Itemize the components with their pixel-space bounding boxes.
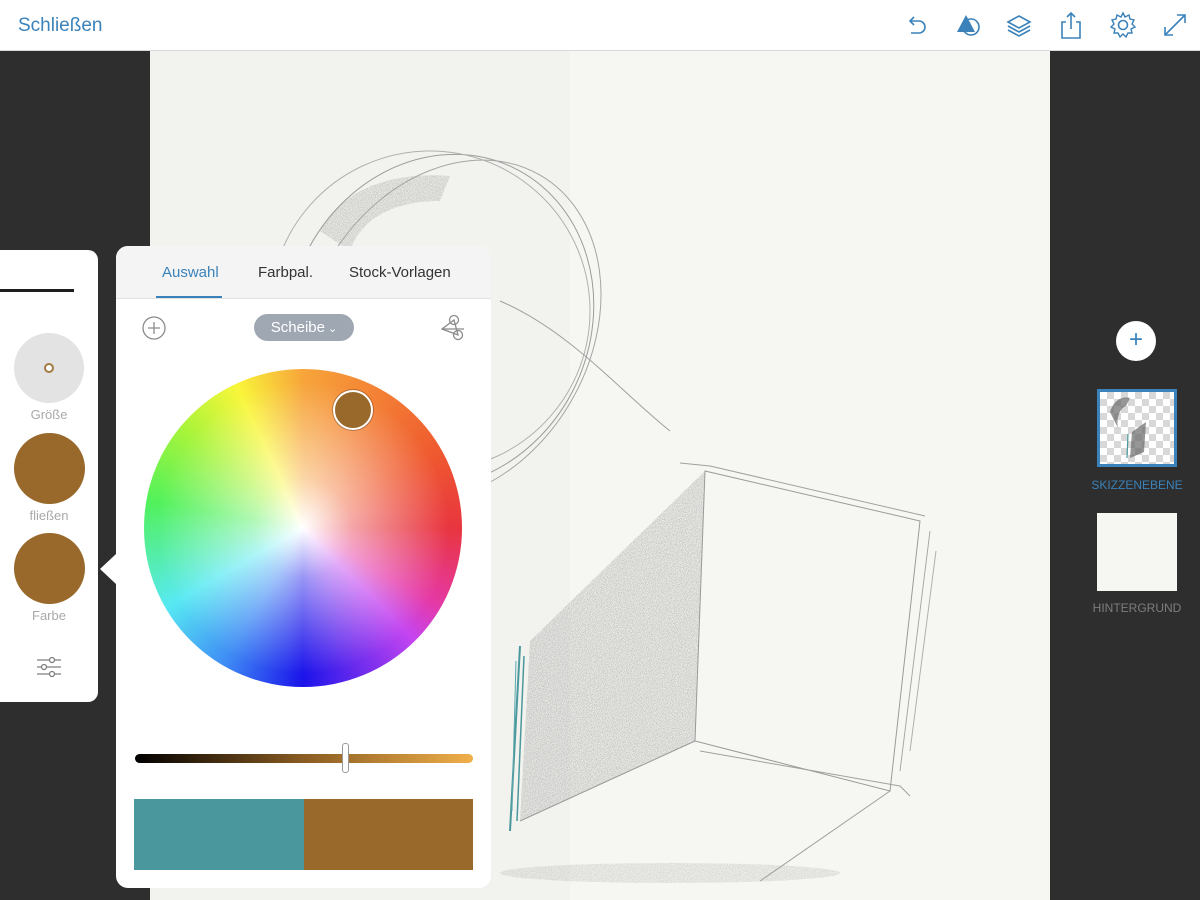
previous-color-swatch[interactable]: [134, 799, 304, 870]
tab-farbpal[interactable]: Farbpal.: [258, 264, 313, 281]
layer-thumbnail-background[interactable]: [1097, 513, 1177, 591]
layer-label-background: HINTERGRUND: [1092, 601, 1182, 615]
color-picker-tabs: Auswahl Farbpal. Stock-Vorlagen: [116, 246, 491, 299]
color-label: Farbe: [32, 608, 66, 623]
brush-panel: Größe fließen Farbe: [0, 250, 98, 702]
brush-settings-icon[interactable]: [34, 653, 64, 681]
brightness-slider[interactable]: [135, 754, 473, 763]
popover-pointer: [100, 554, 116, 584]
brush-size-indicator: [44, 363, 54, 373]
chevron-down-icon: ⌄: [324, 323, 338, 335]
tab-stock-vorlagen[interactable]: Stock-Vorlagen: [349, 264, 451, 281]
brush-stroke-preview: [0, 289, 74, 292]
color-wheel-handle[interactable]: [333, 390, 373, 430]
close-button[interactable]: Schließen: [18, 15, 103, 37]
fullscreen-icon[interactable]: [1161, 11, 1189, 39]
add-color-icon[interactable]: [140, 314, 168, 342]
top-toolbar: Schließen: [0, 0, 1200, 51]
settings-icon[interactable]: [1109, 11, 1137, 39]
size-label: Größe: [30, 407, 68, 422]
brush-size-button[interactable]: [14, 333, 84, 403]
wheel-mode-label: Scheibe: [270, 319, 325, 336]
add-layer-button[interactable]: +: [1116, 321, 1156, 361]
layer-thumbnail-sketch[interactable]: [1097, 389, 1177, 467]
flow-label: fließen: [29, 508, 69, 523]
flow-button[interactable]: [14, 433, 85, 504]
wheel-mode-dropdown[interactable]: Scheibe ⌄: [254, 314, 354, 341]
layers-icon[interactable]: [1005, 11, 1033, 39]
shapes-icon[interactable]: [954, 11, 982, 39]
layer-preview: [1110, 397, 1146, 459]
color-wheel[interactable]: [144, 369, 462, 687]
tab-auswahl[interactable]: Auswahl: [162, 264, 219, 281]
share-icon[interactable]: [1057, 11, 1085, 39]
current-color-swatch[interactable]: [304, 799, 473, 870]
color-picker-popover: Auswahl Farbpal. Stock-Vorlagen Scheibe …: [116, 246, 491, 888]
undo-icon[interactable]: [902, 11, 930, 39]
layer-label-sketch: SKIZZENEBENE: [1091, 478, 1183, 492]
plus-icon: +: [1128, 326, 1143, 353]
brightness-slider-thumb[interactable]: [342, 743, 349, 773]
color-harmony-icon[interactable]: [438, 313, 468, 343]
active-tab-indicator: [156, 296, 222, 298]
brush-color-button[interactable]: [14, 533, 85, 604]
